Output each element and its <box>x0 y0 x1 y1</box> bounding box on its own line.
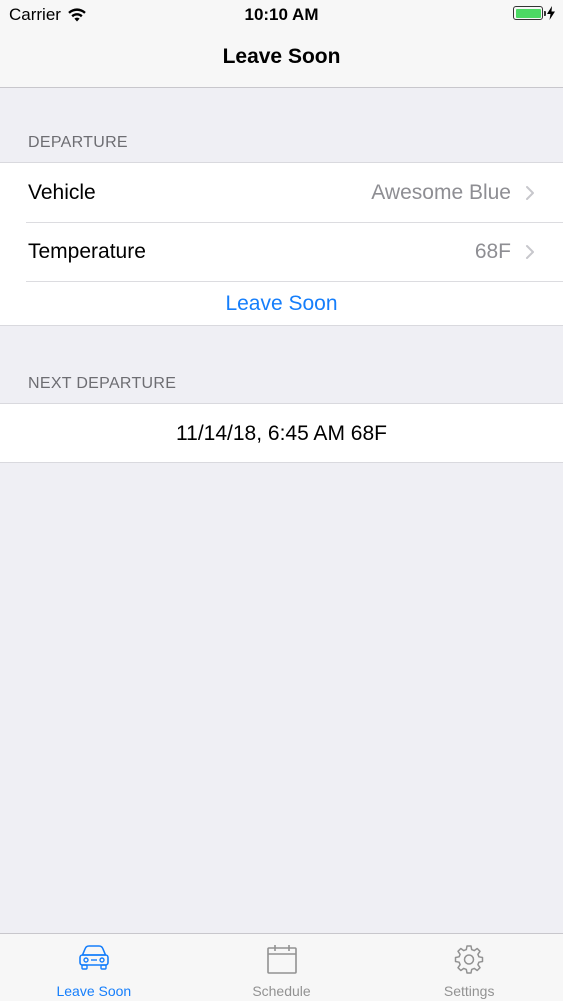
vehicle-value: Awesome Blue <box>371 181 511 204</box>
temperature-value: 68F <box>474 240 511 263</box>
charging-bolt-icon <box>547 6 555 20</box>
status-right <box>513 6 555 20</box>
chevron-right-icon <box>526 186 534 200</box>
status-time: 10:10 AM <box>244 5 319 24</box>
temperature-row[interactable]: Temperature 68F <box>0 222 563 281</box>
next-departure-row: 11/14/18, 6:45 AM 68F <box>0 404 563 462</box>
next-departure-value: 11/14/18, 6:45 AM 68F <box>176 422 387 445</box>
section-header-departure: DEPARTURE <box>28 134 128 151</box>
tab-bar: Leave Soon Schedule Settings <box>0 933 563 1001</box>
tab-label: Settings <box>443 983 495 999</box>
leave-soon-button-label: Leave Soon <box>225 292 338 315</box>
vehicle-label: Vehicle <box>28 181 96 204</box>
section-header-next-departure: NEXT DEPARTURE <box>28 375 177 392</box>
status-bar: Carrier 10:10 AM <box>0 0 563 30</box>
vehicle-row[interactable]: Vehicle Awesome Blue <box>0 163 563 222</box>
tab-schedule[interactable]: Schedule <box>188 934 376 1001</box>
next-departure-section: 11/14/18, 6:45 AM 68F <box>0 403 563 463</box>
leave-soon-button[interactable]: Leave Soon <box>0 281 563 325</box>
chevron-right-icon <box>526 245 534 259</box>
navigation-bar: Leave Soon <box>0 30 563 88</box>
page-title: Leave Soon <box>222 45 341 68</box>
departure-section: Vehicle Awesome Blue Temperature 68F Lea… <box>0 162 563 326</box>
calendar-icon <box>266 945 297 974</box>
gear-icon <box>454 945 484 974</box>
battery-level <box>515 8 541 18</box>
tab-settings[interactable]: Settings <box>375 934 563 1001</box>
tab-leave-soon[interactable]: Leave Soon <box>0 934 188 1001</box>
tab-label: Leave Soon <box>56 983 132 999</box>
tab-label: Schedule <box>252 983 311 999</box>
battery-icon <box>513 6 546 20</box>
temperature-label: Temperature <box>28 240 146 263</box>
car-icon <box>79 945 109 970</box>
